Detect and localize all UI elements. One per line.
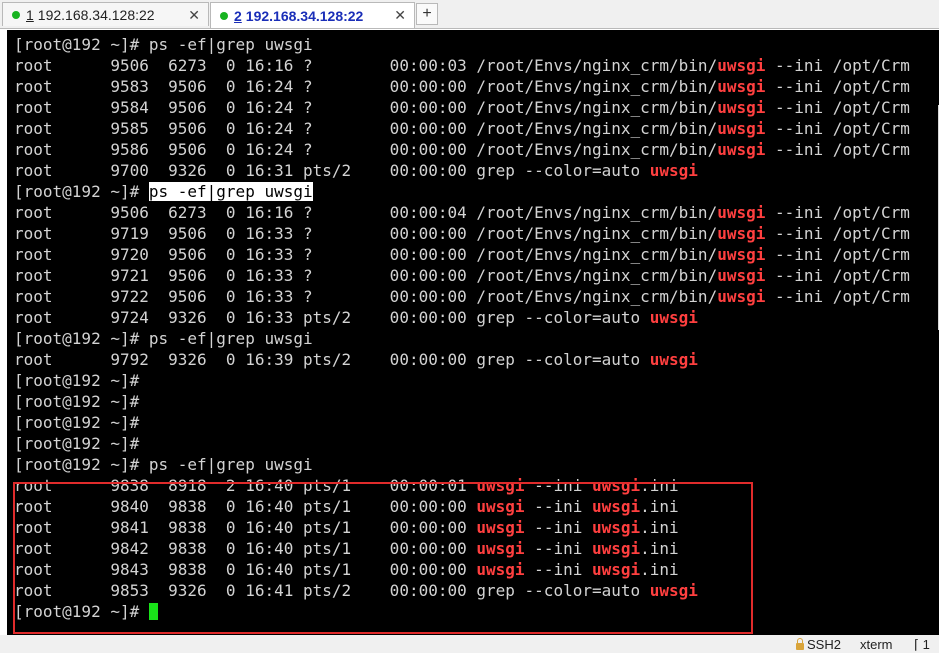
grep-match: uwsgi [717, 98, 766, 117]
terminal-text: root 9585 9506 0 16:24 ? 00:00:00 /root/… [14, 119, 718, 138]
terminal-line: root 9506 6273 0 16:16 ? 00:00:04 /root/… [14, 202, 910, 223]
tab-label: 2 192.168.34.128:22 [234, 8, 363, 24]
terminal-text: root 9722 9506 0 16:33 ? 00:00:00 /root/… [14, 287, 718, 306]
tab-bar: 1 192.168.34.128:22 ✕ 2 192.168.34.128:22 … [0, 0, 939, 29]
terminal-line: [root@192 ~]# [14, 412, 139, 433]
terminal-line: root 9724 9326 0 16:33 pts/2 00:00:00 gr… [14, 307, 698, 328]
terminal-text: root 9719 9506 0 16:33 ? 00:00:00 /root/… [14, 224, 718, 243]
grep-match: uwsgi [717, 203, 766, 222]
terminal-line: [root@192 ~]# [14, 391, 139, 412]
terminal-line: root 9719 9506 0 16:33 ? 00:00:00 /root/… [14, 223, 910, 244]
connected-dot-icon [12, 10, 20, 19]
terminal-line: root 9722 9506 0 16:33 ? 00:00:00 /root/… [14, 286, 910, 307]
terminal-text: --ini /opt/Crm [765, 98, 910, 117]
status-misc: ⌈ 1 [914, 637, 930, 652]
terminal-line: root 9792 9326 0 16:39 pts/2 00:00:00 gr… [14, 349, 698, 370]
terminal-text: --ini /opt/Crm [765, 119, 910, 138]
terminal-text: [root@192 ~]# [14, 434, 140, 453]
terminal-text: root 9792 9326 0 16:39 pts/2 00:00:00 gr… [14, 350, 650, 369]
terminal-text: root 9506 6273 0 16:16 ? 00:00:03 /root/… [14, 56, 718, 75]
status-term: xterm [860, 637, 893, 652]
close-icon[interactable]: ✕ [188, 7, 200, 24]
terminal-text: root 9583 9506 0 16:24 ? 00:00:00 /root/… [14, 77, 718, 96]
tab-title: 192.168.34.128:22 [37, 6, 155, 23]
terminal-text: root 9586 9506 0 16:24 ? 00:00:00 /root/… [14, 140, 718, 159]
terminal-line: [root@192 ~]# [14, 370, 139, 391]
terminal-text: --ini /opt/Crm [765, 56, 910, 75]
close-icon[interactable]: ✕ [394, 7, 406, 24]
terminal-text: root 9720 9506 0 16:33 ? 00:00:00 /root/… [14, 245, 718, 264]
grep-match: uwsgi [717, 287, 766, 306]
terminal-line: [root@192 ~]# [14, 433, 139, 454]
terminal-line: root 9586 9506 0 16:24 ? 00:00:00 /root/… [14, 139, 910, 160]
lock-icon [796, 638, 804, 650]
terminal-line: [root@192 ~]# ps -ef|grep uwsgi [14, 454, 313, 475]
tab-number: 2 [234, 7, 242, 24]
terminal-line: [root@192 ~]# ps -ef|grep uwsgi [14, 328, 313, 349]
terminal-line: [root@192 ~]# ps -ef|grep uwsgi [14, 34, 313, 55]
grep-match: uwsgi [649, 161, 698, 180]
grep-match: uwsgi [649, 350, 698, 369]
terminal-text: [root@192 ~]# [14, 371, 140, 390]
grep-match: uwsgi [717, 266, 766, 285]
status-protocol: SSH2 [796, 637, 841, 652]
terminal-text: [root@192 ~]# [14, 413, 140, 432]
terminal-text: root 9724 9326 0 16:33 pts/2 00:00:00 gr… [14, 308, 650, 327]
terminal-text: [root@192 ~]# [14, 392, 140, 411]
terminal-text: --ini /opt/Crm [765, 140, 910, 159]
terminal-text: --ini /opt/Crm [765, 203, 910, 222]
terminal-screen[interactable]: [root@192 ~]# ps -ef|grep uwsgi root 9506… [7, 30, 939, 635]
terminal-line: root 9700 9326 0 16:31 pts/2 00:00:00 gr… [14, 160, 698, 181]
tab-label: 1 192.168.34.128:22 [26, 7, 155, 23]
grep-match: uwsgi [717, 119, 766, 138]
highlight-box [13, 482, 753, 634]
grep-match: uwsgi [649, 308, 698, 327]
add-tab-button[interactable]: + [416, 3, 438, 25]
grep-match: uwsgi [717, 224, 766, 243]
terminal-line: [root@192 ~]# ps -ef|grep uwsgi [14, 181, 313, 202]
terminal-text: [root@192 ~]# ps -ef|grep uwsgi [14, 35, 313, 54]
connected-dot-icon [220, 11, 228, 20]
tab-session-2[interactable]: 2 192.168.34.128:22 ✕ [210, 2, 415, 28]
terminal-text: root 9584 9506 0 16:24 ? 00:00:00 /root/… [14, 98, 718, 117]
terminal-line: root 9721 9506 0 16:33 ? 00:00:00 /root/… [14, 265, 910, 286]
grep-match: uwsgi [717, 77, 766, 96]
terminal-text: [root@192 ~]# ps -ef|grep uwsgi [14, 455, 313, 474]
tab-number: 1 [26, 6, 34, 23]
terminal-text: --ini /opt/Crm [765, 245, 910, 264]
terminal-text: [root@192 ~]# [14, 182, 149, 201]
terminal-text: --ini /opt/Crm [765, 77, 910, 96]
selected-text: ps -ef|grep uwsgi [148, 182, 313, 201]
terminal-text: root 9721 9506 0 16:33 ? 00:00:00 /root/… [14, 266, 718, 285]
terminal-text: root 9700 9326 0 16:31 pts/2 00:00:00 gr… [14, 161, 650, 180]
terminal-text: --ini /opt/Crm [765, 287, 910, 306]
tab-title: 192.168.34.128:22 [245, 7, 364, 24]
terminal-line: root 9585 9506 0 16:24 ? 00:00:00 /root/… [14, 118, 910, 139]
terminal-text: --ini /opt/Crm [765, 266, 910, 285]
terminal-text: [root@192 ~]# ps -ef|grep uwsgi [14, 329, 313, 348]
tab-session-1[interactable]: 1 192.168.34.128:22 ✕ [2, 2, 209, 26]
grep-match: uwsgi [717, 140, 766, 159]
grep-match: uwsgi [717, 56, 766, 75]
protocol-label: SSH2 [807, 637, 841, 652]
terminal-line: root 9506 6273 0 16:16 ? 00:00:03 /root/… [14, 55, 910, 76]
terminal-text: --ini /opt/Crm [765, 224, 910, 243]
terminal-line: root 9584 9506 0 16:24 ? 00:00:00 /root/… [14, 97, 910, 118]
terminal-text: root 9506 6273 0 16:16 ? 00:00:04 /root/… [14, 203, 718, 222]
grep-match: uwsgi [717, 245, 766, 264]
terminal-line: root 9720 9506 0 16:33 ? 00:00:00 /root/… [14, 244, 910, 265]
status-bar: SSH2 xterm ⌈ 1 [0, 635, 939, 653]
terminal-line: root 9583 9506 0 16:24 ? 00:00:00 /root/… [14, 76, 910, 97]
